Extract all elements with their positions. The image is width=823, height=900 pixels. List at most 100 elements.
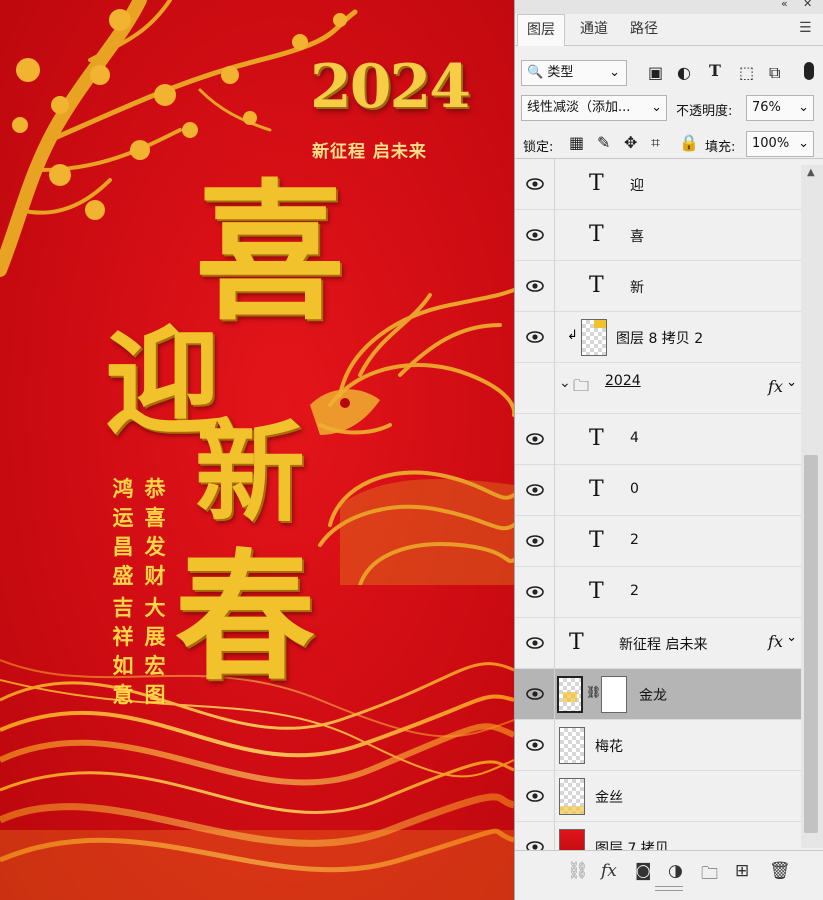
tab-channels[interactable]: 通道	[569, 14, 619, 46]
smart-object-filter-icon[interactable]: ⧉	[769, 63, 780, 83]
eye-icon[interactable]	[525, 788, 545, 804]
scroll-up-icon[interactable]: ▲	[807, 167, 815, 178]
layer-thumbnail[interactable]	[557, 676, 583, 713]
layer-name[interactable]: 金丝	[595, 787, 623, 807]
layer-row[interactable]: T 迎	[515, 159, 801, 210]
layer-row[interactable]: 金丝	[515, 771, 801, 822]
layer-list[interactable]: T 迎 T 喜 T 新 ↲ 图层 8 拷贝 2 ⌄ 🗀 2024 fx ⌄ T …	[515, 158, 823, 850]
eye-icon[interactable]	[525, 533, 545, 549]
blend-mode-value: 线性减淡（添加...	[527, 100, 631, 115]
scrollbar-thumb[interactable]	[804, 455, 818, 833]
poster-year: 2024	[310, 52, 471, 122]
link-chain-icon[interactable]: ⛓	[586, 685, 601, 699]
eye-icon[interactable]	[525, 686, 545, 702]
layer-name[interactable]: 图层 7 拷贝	[595, 838, 669, 850]
layer-name[interactable]: 金龙	[639, 685, 667, 705]
layer-thumbnail	[581, 319, 607, 356]
eye-icon[interactable]	[525, 584, 545, 600]
new-group-icon[interactable]: 🗀	[701, 861, 718, 890]
lock-artboard-icon[interactable]: ⌗	[651, 133, 660, 153]
layer-name[interactable]: 迎	[630, 175, 644, 195]
opacity-label: 不透明度:	[676, 104, 733, 119]
fill-label: 填充:	[705, 140, 736, 155]
tab-layers[interactable]: 图层	[517, 14, 565, 46]
text-layer-icon: T	[589, 579, 604, 604]
text-layer-icon: T	[589, 477, 604, 502]
new-adjustment-layer-icon[interactable]: ◑	[668, 861, 683, 881]
link-layers-icon[interactable]: ⛓	[567, 861, 589, 881]
text-layer-icon: T	[589, 528, 604, 553]
blessing-gongxi: 恭喜发财	[144, 477, 166, 588]
eye-icon[interactable]	[525, 737, 545, 753]
eye-icon[interactable]	[525, 635, 545, 651]
layer-name[interactable]: 新	[630, 277, 644, 297]
add-layer-style-icon[interactable]: fx	[601, 861, 617, 881]
text-layer-icon: T	[589, 222, 604, 247]
layer-mask-thumbnail[interactable]	[601, 676, 627, 713]
delete-layer-icon[interactable]: 🗑	[769, 861, 791, 881]
pixel-filter-icon[interactable]: ▣	[648, 63, 663, 82]
layer-row[interactable]: 图层 7 拷贝	[515, 822, 801, 850]
lock-image-pixels-icon[interactable]: ✎	[597, 133, 610, 152]
eye-icon[interactable]	[525, 482, 545, 498]
chevron-down-icon[interactable]: ⌄	[559, 375, 571, 391]
resize-grip[interactable]	[655, 886, 683, 891]
eye-icon[interactable]	[525, 839, 545, 850]
layer-name[interactable]: 图层 8 拷贝 2	[616, 328, 703, 348]
filter-type-label: 类型	[547, 65, 574, 80]
filter-toggle-switch[interactable]	[804, 62, 814, 80]
layer-name[interactable]: 喜	[630, 226, 644, 246]
chevron-down-icon[interactable]: ⌄	[786, 630, 797, 645]
layer-row[interactable]: T 新	[515, 261, 801, 312]
layer-thumbnail	[559, 778, 585, 815]
search-icon: 🔍	[527, 65, 544, 80]
layer-group-row[interactable]: ⌄ 🗀 2024 fx ⌄	[515, 363, 801, 414]
type-filter-icon[interactable]: T	[709, 61, 721, 80]
layer-thumbnail	[559, 829, 585, 850]
add-mask-icon[interactable]: ◙	[635, 861, 652, 881]
lock-all-icon[interactable]: 🔒	[679, 133, 699, 152]
layer-name[interactable]: 梅花	[595, 736, 623, 756]
layer-row[interactable]: T 4	[515, 414, 801, 465]
chevron-down-icon[interactable]: ⌄	[786, 375, 797, 390]
chevron-down-icon: ⌄	[609, 65, 620, 80]
eye-icon[interactable]	[525, 176, 545, 192]
layer-name[interactable]: 新征程 启未来	[619, 634, 707, 654]
eye-icon[interactable]	[525, 431, 545, 447]
layer-row[interactable]: 梅花	[515, 720, 801, 771]
layer-name[interactable]: 0	[630, 481, 639, 497]
lock-transparent-icon[interactable]: ▦	[569, 133, 584, 152]
eye-icon[interactable]	[525, 278, 545, 294]
blend-mode-select[interactable]: 线性减淡（添加... ⌄	[521, 95, 667, 121]
eye-icon[interactable]	[525, 227, 545, 243]
fill-input[interactable]: 100% ⌄	[746, 131, 814, 157]
collapse-panel-icon[interactable]: «	[781, 0, 788, 10]
fx-icon[interactable]: fx	[768, 632, 783, 651]
layer-name[interactable]: 2	[630, 583, 639, 599]
layer-row[interactable]: T 2	[515, 516, 801, 567]
layer-row[interactable]: T 0	[515, 465, 801, 516]
layer-row[interactable]: T 新征程 启未来 fx ⌄	[515, 618, 801, 669]
layer-name[interactable]: 4	[630, 430, 639, 446]
fx-icon[interactable]: fx	[768, 377, 783, 396]
eye-icon[interactable]	[525, 329, 545, 345]
panel-menu-icon[interactable]: ☰	[799, 20, 812, 36]
tab-paths[interactable]: 路径	[619, 14, 669, 46]
layer-name[interactable]: 2024	[605, 373, 641, 389]
layer-row[interactable]: T 喜	[515, 210, 801, 261]
layer-filter-select[interactable]: 🔍 类型 ⌄	[521, 60, 627, 86]
close-panel-icon[interactable]: ✕	[803, 0, 812, 10]
new-layer-icon[interactable]: ⊞	[735, 861, 749, 881]
opacity-input[interactable]: 76% ⌄	[746, 95, 814, 121]
document-canvas[interactable]: 2024 新征程 启未来 喜 迎 新 春 鸿运昌盛 恭喜发财 吉祥如意 大展宏图	[0, 0, 514, 900]
adjustment-filter-icon[interactable]: ◐	[677, 63, 691, 82]
layer-row[interactable]: ↲ 图层 8 拷贝 2	[515, 312, 801, 363]
lock-position-icon[interactable]: ✥	[624, 133, 637, 152]
layer-name[interactable]: 2	[630, 532, 639, 548]
lock-label: 锁定:	[523, 140, 554, 155]
blessing-hongyun: 鸿运昌盛	[112, 477, 134, 588]
big-char-chun: 春	[175, 536, 316, 700]
layer-row[interactable]: T 2	[515, 567, 801, 618]
layer-row-selected[interactable]: ⛓ 金龙	[515, 669, 801, 720]
shape-filter-icon[interactable]: ⬚	[739, 63, 754, 82]
